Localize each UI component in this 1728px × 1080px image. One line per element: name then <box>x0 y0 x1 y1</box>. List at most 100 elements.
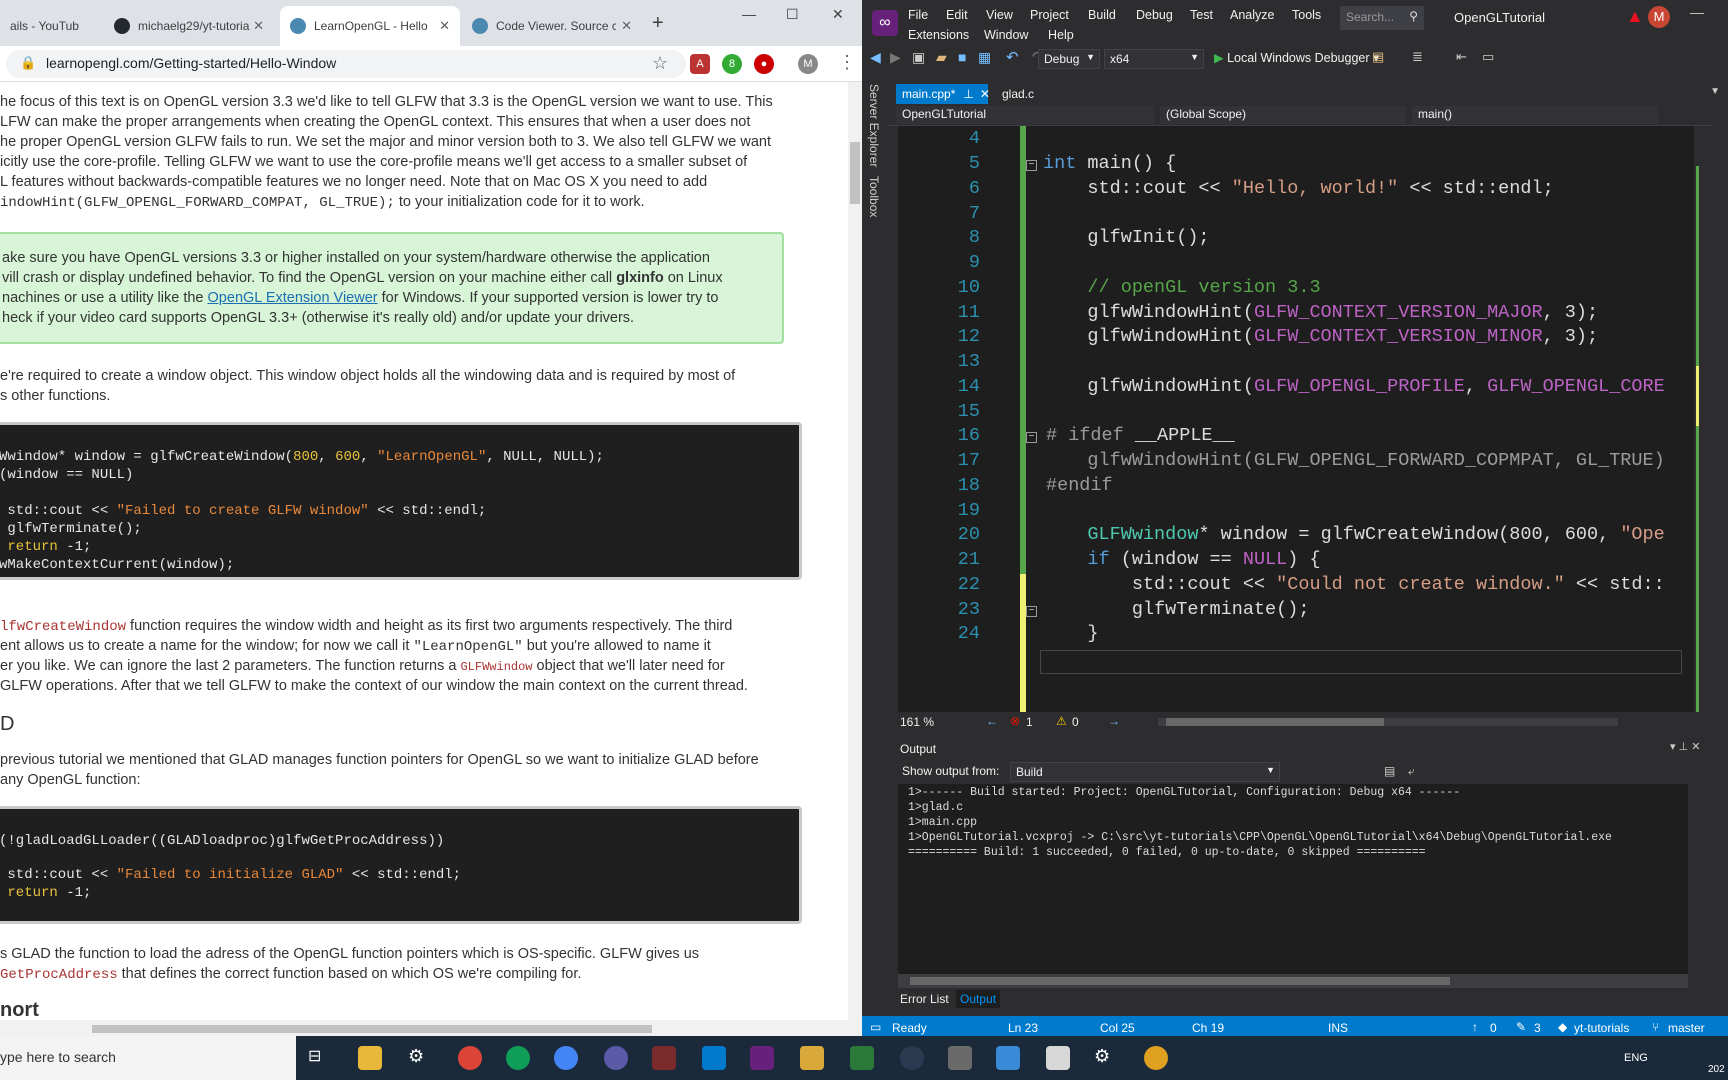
editor-horizontal-scrollbar[interactable] <box>1158 718 1618 726</box>
output-source-dropdown[interactable]: Build ▼ <box>1010 762 1280 782</box>
browser-tab-github[interactable]: michaelg29/yt-tutoria ✕ <box>104 6 274 46</box>
user-avatar[interactable]: M <box>1648 6 1670 28</box>
page-scrollbar-thumb[interactable] <box>850 142 860 204</box>
app-icon[interactable] <box>604 1046 628 1070</box>
close-window-button[interactable]: ✕ <box>832 6 844 23</box>
repo-name[interactable]: yt-tutorials <box>1574 1021 1629 1035</box>
tab-error-list[interactable]: Error List <box>900 992 949 1006</box>
settings-gear-icon[interactable]: ⚙ <box>1094 1046 1118 1070</box>
project-dropdown[interactable]: OpenGLTutorial <box>896 106 1154 124</box>
taskbar-search[interactable]: ype here to search <box>0 1036 296 1080</box>
menu-view[interactable]: View <box>986 8 1013 22</box>
app-icon[interactable] <box>800 1046 824 1070</box>
menu-test[interactable]: Test <box>1190 8 1213 22</box>
opengl-extension-viewer-link[interactable]: OpenGL Extension Viewer <box>208 290 378 306</box>
davinci-resolve-icon[interactable] <box>1144 1046 1168 1070</box>
profile-avatar[interactable]: M <box>798 54 818 74</box>
steam-icon[interactable] <box>900 1046 924 1070</box>
app-icon[interactable] <box>652 1046 676 1070</box>
repo-icon[interactable]: ◆ <box>1558 1020 1567 1034</box>
output-text-area[interactable]: 1>------ Build started: Project: OpenGLT… <box>898 784 1688 974</box>
warning-count[interactable]: 0 <box>1072 715 1079 729</box>
adblock-extension-icon[interactable]: ● <box>754 54 774 74</box>
server-explorer-tab[interactable]: Server Explorer <box>867 84 881 167</box>
open-folder-icon[interactable]: ▰ <box>936 49 947 66</box>
new-item-icon[interactable]: ▣ <box>912 49 925 66</box>
menu-help[interactable]: Help <box>1048 28 1074 42</box>
branch-icon[interactable]: ⑂ <box>1652 1020 1659 1034</box>
vs-search-input[interactable]: Search... ⚲ <box>1340 6 1424 30</box>
settings-gear-icon[interactable]: ⚙ <box>408 1046 432 1070</box>
close-icon[interactable]: ✕ <box>980 87 990 101</box>
collapse-icon[interactable]: − <box>1026 606 1037 617</box>
close-icon[interactable]: ✕ <box>621 18 632 34</box>
save-icon[interactable]: ■ <box>958 49 966 65</box>
tab-main-cpp[interactable]: main.cpp* ⊥ ✕ <box>896 84 990 104</box>
pencil-icon[interactable]: ✎ <box>1516 1020 1526 1034</box>
browser-tab-learnopengl[interactable]: LearnOpenGL - Hello ✕ <box>280 6 460 46</box>
page-horizontal-scrollbar-thumb[interactable] <box>92 1025 652 1033</box>
app-icon[interactable] <box>996 1046 1020 1070</box>
back-icon[interactable]: ◀ <box>870 49 881 66</box>
up-arrow-icon[interactable]: ↑ <box>1472 1020 1478 1034</box>
extension-icon[interactable]: 8 <box>722 54 742 74</box>
toolbar-icon[interactable]: ⇤ <box>1456 49 1467 65</box>
toolbox-tab[interactable]: Toolbox <box>867 176 881 217</box>
undo-icon[interactable]: ↶ <box>1006 48 1019 66</box>
start-debugger-button[interactable]: ▶ Local Windows Debugger ▾ <box>1214 50 1379 65</box>
menu-tools[interactable]: Tools <box>1292 8 1321 22</box>
collapse-icon[interactable]: − <box>1026 160 1037 171</box>
close-icon[interactable]: ✕ <box>439 18 450 34</box>
platform-dropdown[interactable]: x64 ▼ <box>1104 49 1204 69</box>
vscode-icon[interactable] <box>702 1046 726 1070</box>
editor-vertical-scrollbar[interactable] <box>1694 126 1712 712</box>
pin-icon[interactable]: ⊥ <box>963 87 973 101</box>
code-editor[interactable]: 4 5 6 7 8 9 10 11 12 13 14 15 16 17 18 1… <box>898 126 1694 712</box>
member-dropdown[interactable]: main() <box>1412 106 1658 124</box>
menu-window[interactable]: Window <box>984 28 1028 42</box>
menu-file[interactable]: File <box>908 8 928 22</box>
file-explorer-icon[interactable] <box>358 1046 382 1070</box>
toolbar-icon[interactable]: ▭ <box>1482 49 1494 65</box>
maximize-button[interactable]: ☐ <box>786 6 799 23</box>
visual-studio-icon[interactable] <box>750 1046 774 1070</box>
app-icon[interactable] <box>1046 1046 1070 1070</box>
branch-name[interactable]: master <box>1668 1021 1705 1035</box>
menu-analyze[interactable]: Analyze <box>1230 8 1274 22</box>
scope-dropdown[interactable]: (Global Scope) <box>1160 106 1406 124</box>
clear-all-icon[interactable]: ▤ <box>1384 764 1395 778</box>
clock[interactable]: 202 <box>1708 1064 1725 1075</box>
next-issue-icon[interactable]: → <box>1108 714 1120 728</box>
minimize-button[interactable]: — <box>742 6 756 22</box>
chrome-icon[interactable] <box>506 1046 530 1070</box>
changes-count[interactable]: 3 <box>1534 1021 1541 1035</box>
chrome-icon[interactable] <box>554 1046 578 1070</box>
error-count[interactable]: 1 <box>1026 715 1033 729</box>
address-bar[interactable]: 🔒 learnopengl.com/Getting-started/Hello-… <box>6 50 686 78</box>
menu-debug[interactable]: Debug <box>1136 8 1173 22</box>
tab-overflow-icon[interactable]: ▼ <box>1710 86 1720 97</box>
minimize-button[interactable]: — <box>1690 4 1704 20</box>
menu-kebab-icon[interactable]: ⋮ <box>838 52 856 73</box>
panel-menu-icon[interactable]: ▾ ⊥ ✕ <box>1670 740 1700 753</box>
config-dropdown[interactable]: Debug ▼ <box>1038 49 1100 69</box>
chrome-icon[interactable] <box>458 1046 482 1070</box>
pdf-extension-icon[interactable]: A <box>690 54 710 74</box>
toolbar-icon[interactable]: ≣ <box>1412 49 1423 65</box>
language-indicator[interactable]: ENG <box>1624 1052 1648 1064</box>
tab-output[interactable]: Output <box>956 990 1001 1008</box>
menu-project[interactable]: Project <box>1030 8 1069 22</box>
page-scrollbar[interactable] <box>848 82 862 1026</box>
close-icon[interactable]: ✕ <box>253 18 264 34</box>
collapse-icon[interactable]: − <box>1026 432 1037 443</box>
menu-build[interactable]: Build <box>1088 8 1116 22</box>
browser-tab-codeviewer[interactable]: Code Viewer. Source c ✕ <box>462 6 642 46</box>
word-wrap-icon[interactable]: ⤶ <box>1408 764 1415 779</box>
push-count[interactable]: 0 <box>1490 1021 1497 1035</box>
save-all-icon[interactable]: ▦ <box>978 49 991 66</box>
app-icon[interactable] <box>850 1046 874 1070</box>
tab-glad-c[interactable]: glad.c <box>996 84 1040 104</box>
menu-extensions[interactable]: Extensions <box>908 28 969 42</box>
toolbar-icon[interactable]: ▤ <box>1372 49 1384 65</box>
forward-icon[interactable]: ▶ <box>890 49 901 66</box>
